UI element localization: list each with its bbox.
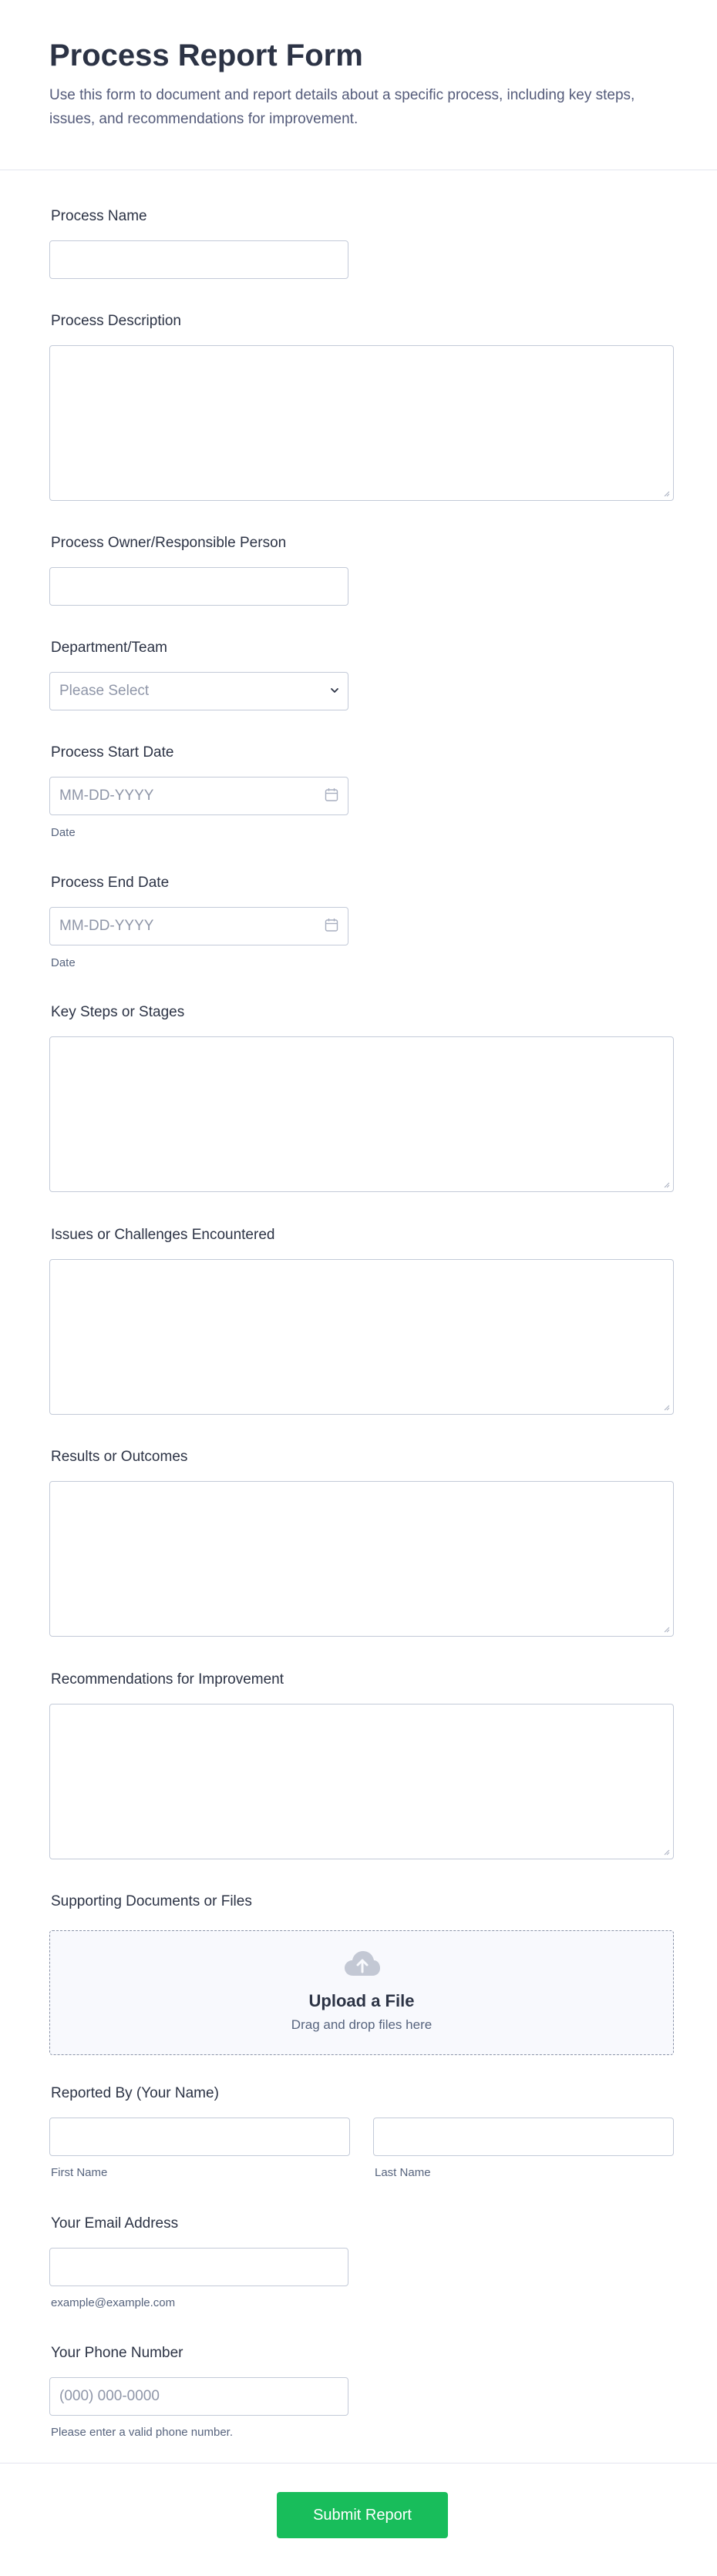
documents-label: Supporting Documents or Files [51, 1893, 252, 1909]
upload-cloud-icon [345, 1951, 380, 1976]
department-select[interactable]: Please Select [49, 672, 348, 710]
key-steps-textarea[interactable] [49, 1036, 674, 1192]
results-label: Results or Outcomes [51, 1449, 188, 1465]
calendar-icon[interactable] [325, 788, 338, 803]
issues-textarea[interactable] [49, 1259, 674, 1415]
resize-grip-icon[interactable] [662, 1403, 670, 1411]
last-name-input[interactable] [373, 2118, 674, 2156]
process-owner-input[interactable] [49, 567, 348, 606]
submit-button[interactable]: Submit Report [277, 2492, 448, 2538]
end-date-placeholder: MM-DD-YYYY [59, 918, 154, 934]
phone-sublabel: Please enter a valid phone number. [51, 2426, 233, 2439]
process-owner-label: Process Owner/Responsible Person [51, 535, 287, 551]
phone-placeholder: (000) 000-0000 [59, 2388, 160, 2404]
process-description-label: Process Description [51, 313, 181, 329]
resize-grip-icon[interactable] [662, 1625, 670, 1633]
calendar-icon[interactable] [325, 918, 338, 933]
email-label: Your Email Address [51, 2215, 179, 2232]
start-date-placeholder: MM-DD-YYYY [59, 788, 154, 804]
recommendations-textarea[interactable] [49, 1704, 674, 1859]
first-name-input[interactable] [49, 2118, 350, 2156]
process-name-label: Process Name [51, 208, 147, 224]
process-description-textarea[interactable] [49, 345, 674, 501]
start-date-input[interactable]: MM-DD-YYYY [49, 777, 348, 815]
first-name-sublabel: First Name [51, 2166, 108, 2179]
phone-label: Your Phone Number [51, 2345, 183, 2361]
form-header: Process Report Form Use this form to doc… [0, 0, 717, 170]
upload-title: Upload a File [308, 1991, 415, 2010]
reported-by-label: Reported By (Your Name) [51, 2085, 219, 2101]
start-date-label: Process Start Date [51, 744, 174, 761]
process-name-input[interactable] [49, 240, 348, 279]
email-sublabel: example@example.com [51, 2296, 176, 2309]
end-date-input[interactable]: MM-DD-YYYY [49, 907, 348, 945]
recommendations-label: Recommendations for Improvement [51, 1671, 284, 1688]
resize-grip-icon[interactable] [662, 1181, 670, 1188]
file-upload-dropzone[interactable]: Upload a File Drag and drop files here [49, 1930, 674, 2055]
form-subtitle: Use this form to document and report det… [49, 87, 635, 127]
resize-grip-icon[interactable] [662, 1848, 670, 1856]
phone-input[interactable]: (000) 000-0000 [49, 2377, 348, 2416]
key-steps-label: Key Steps or Stages [51, 1004, 185, 1020]
start-date-sublabel: Date [51, 826, 76, 839]
end-date-label: Process End Date [51, 875, 170, 891]
department-placeholder: Please Select [59, 683, 150, 699]
results-textarea[interactable] [49, 1481, 674, 1637]
end-date-sublabel: Date [51, 956, 76, 969]
issues-label: Issues or Challenges Encountered [51, 1227, 275, 1243]
form-title: Process Report Form [49, 39, 363, 72]
chevron-down-icon [331, 688, 338, 693]
last-name-sublabel: Last Name [375, 2166, 431, 2179]
department-label: Department/Team [51, 640, 168, 656]
email-input[interactable] [49, 2248, 348, 2286]
resize-grip-icon[interactable] [662, 489, 670, 497]
upload-subtitle: Drag and drop files here [291, 2017, 433, 2032]
